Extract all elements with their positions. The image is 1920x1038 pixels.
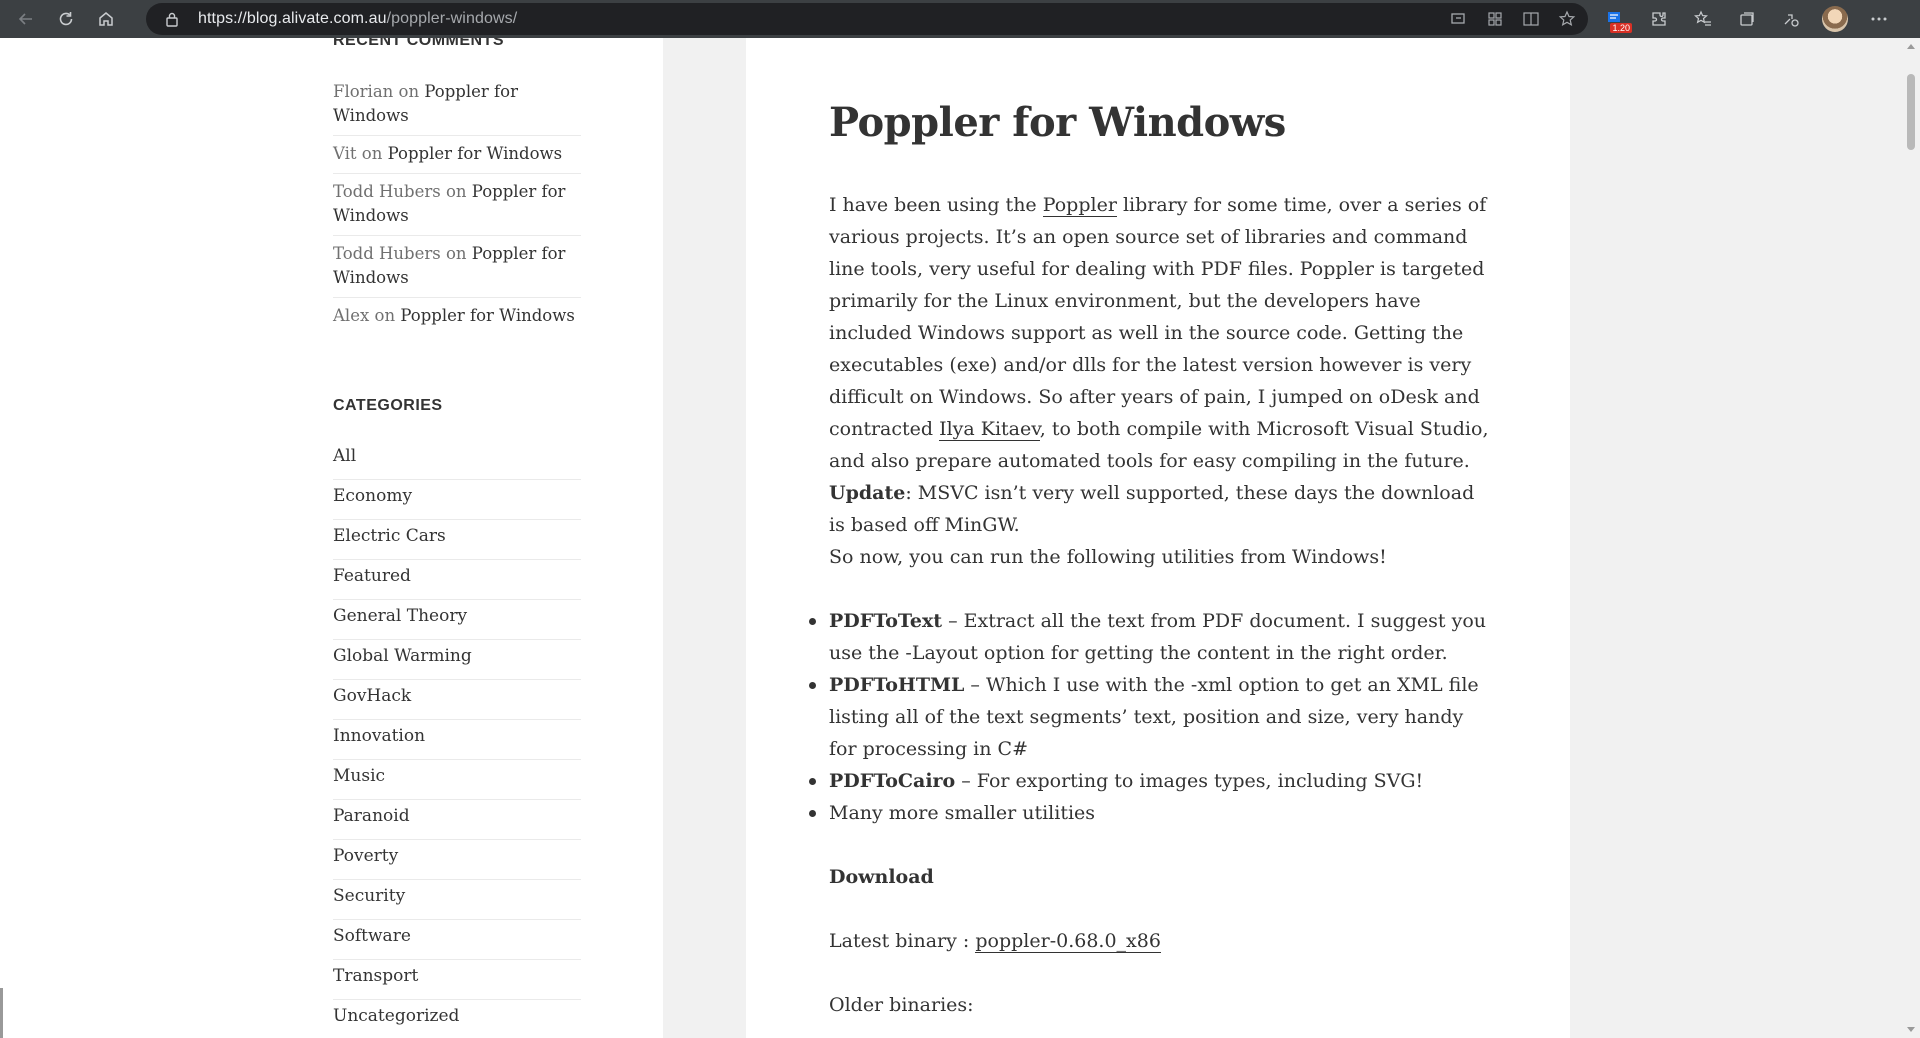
list-item: Vit on Poppler for Windows bbox=[333, 135, 581, 173]
utility-desc: Many more smaller utilities bbox=[829, 802, 1096, 824]
update-label: Update bbox=[829, 482, 906, 504]
refresh-icon[interactable] bbox=[52, 5, 80, 33]
list-item: PDFToHTML – Which I use with the -xml op… bbox=[809, 669, 1489, 765]
comment-author: Todd Hubers bbox=[333, 244, 441, 263]
url-text[interactable]: https://blog.alivate.com.au/poppler-wind… bbox=[198, 10, 517, 28]
category-link[interactable]: Poverty bbox=[333, 840, 581, 880]
category-link[interactable]: Paranoid bbox=[333, 800, 581, 840]
category-link[interactable]: Innovation bbox=[333, 720, 581, 760]
category-link[interactable]: Uncategorized bbox=[333, 1000, 581, 1038]
list-item: PDFToCairo – For exporting to images typ… bbox=[809, 765, 1489, 797]
intro-text-1: I have been using the bbox=[829, 194, 1043, 216]
comment-post-link[interactable]: Poppler for Windows bbox=[388, 144, 563, 163]
category-link[interactable]: Music bbox=[333, 760, 581, 800]
utility-name: PDFToCairo bbox=[829, 770, 956, 792]
download-heading: Download bbox=[829, 866, 934, 888]
profile-avatar[interactable] bbox=[1820, 4, 1850, 34]
comment-on: on bbox=[374, 306, 396, 325]
comment-author: Todd Hubers bbox=[333, 182, 441, 201]
intro-text-2: library for some time, over a series of … bbox=[829, 194, 1487, 440]
older-binaries-label: Older binaries: bbox=[829, 994, 974, 1016]
collections-icon[interactable] bbox=[1732, 4, 1762, 34]
list-item: Many more smaller utilities bbox=[809, 797, 1489, 829]
lock-icon[interactable] bbox=[164, 11, 180, 27]
comment-on: on bbox=[398, 82, 420, 101]
recent-comments-title: RECENT COMMENTS bbox=[333, 38, 505, 49]
utility-name: PDFToHTML bbox=[829, 674, 965, 696]
comment-author: Florian bbox=[333, 82, 394, 101]
utility-name: PDFToText bbox=[829, 610, 943, 632]
app-available-icon[interactable] bbox=[1484, 8, 1506, 30]
category-link[interactable]: Featured bbox=[333, 560, 581, 600]
utility-desc: – For exporting to images types, includi… bbox=[955, 770, 1424, 792]
category-link[interactable]: Economy bbox=[333, 480, 581, 520]
address-bar[interactable]: https://blog.alivate.com.au/poppler-wind… bbox=[146, 3, 1588, 35]
latest-binary-label: Latest binary : bbox=[829, 930, 976, 952]
latest-binary-line: Latest binary : poppler-0.68.0_x86 bbox=[829, 925, 1161, 957]
scroll-down-arrow-icon[interactable] bbox=[1907, 1027, 1915, 1032]
article-content: Poppler for Windows I have been using th… bbox=[809, 99, 1489, 1016]
latest-binary-link[interactable]: poppler-0.68.0_x86 bbox=[975, 930, 1161, 953]
categories-list: All Economy Electric Cars Featured Gener… bbox=[333, 440, 581, 1038]
read-aloud-icon[interactable] bbox=[1448, 8, 1470, 30]
add-favorite-icon[interactable] bbox=[1556, 8, 1578, 30]
category-link[interactable]: All bbox=[333, 440, 581, 480]
extensions-icon[interactable] bbox=[1644, 4, 1674, 34]
browser-toolbar: https://blog.alivate.com.au/poppler-wind… bbox=[0, 0, 1920, 38]
scroll-up-arrow-icon[interactable] bbox=[1907, 44, 1915, 49]
poppler-link[interactable]: Poppler bbox=[1042, 194, 1117, 217]
intro-text-4: : MSVC isn’t very well supported, these … bbox=[829, 482, 1475, 536]
list-item: Todd Hubers on Poppler for Windows bbox=[333, 235, 581, 297]
comment-on: on bbox=[445, 182, 467, 201]
utilities-list: PDFToText – Extract all the text from PD… bbox=[809, 605, 1489, 829]
intro-paragraph: I have been using the Poppler library fo… bbox=[829, 189, 1489, 541]
article: Poppler for Windows I have been using th… bbox=[746, 38, 1570, 1038]
avatar bbox=[1822, 6, 1848, 32]
list-item: PDFToText – Extract all the text from PD… bbox=[809, 605, 1489, 669]
home-icon[interactable] bbox=[92, 5, 120, 33]
utilities-intro: So now, you can run the following utilit… bbox=[829, 546, 1387, 568]
categories-title: CATEGORIES bbox=[333, 397, 443, 414]
extension-badge: 1.20 bbox=[1610, 23, 1632, 33]
favorites-icon[interactable] bbox=[1688, 4, 1718, 34]
left-edge-strip bbox=[0, 988, 3, 1038]
back-icon[interactable] bbox=[12, 5, 40, 33]
recent-comments-list: Florian on Poppler for Windows Vit on Po… bbox=[333, 80, 581, 335]
category-link[interactable]: Security bbox=[333, 880, 581, 920]
page-scrollbar[interactable] bbox=[1902, 38, 1920, 1038]
comment-on: on bbox=[361, 144, 383, 163]
comment-on: on bbox=[445, 244, 467, 263]
category-link[interactable]: Electric Cars bbox=[333, 520, 581, 560]
more-menu-icon[interactable] bbox=[1864, 4, 1894, 34]
category-link[interactable]: Transport bbox=[333, 960, 581, 1000]
category-link[interactable]: Software bbox=[333, 920, 581, 960]
immersive-reader-icon[interactable] bbox=[1520, 8, 1542, 30]
page-viewport: RECENT COMMENTS Florian on Poppler for W… bbox=[0, 38, 1902, 1038]
url-path: /poppler-windows/ bbox=[386, 10, 518, 27]
scroll-thumb[interactable] bbox=[1907, 74, 1915, 150]
comment-post-link[interactable]: Poppler for Windows bbox=[400, 306, 575, 325]
category-link[interactable]: Global Warming bbox=[333, 640, 581, 680]
page-title: Poppler for Windows bbox=[829, 99, 1286, 146]
category-link[interactable]: General Theory bbox=[333, 600, 581, 640]
url-host: https://blog.alivate.com.au bbox=[198, 10, 387, 27]
list-item: Todd Hubers on Poppler for Windows bbox=[333, 173, 581, 235]
list-item: Alex on Poppler for Windows bbox=[333, 297, 581, 335]
extension-icon[interactable]: 1.20 bbox=[1600, 4, 1632, 34]
performance-icon[interactable] bbox=[1776, 4, 1806, 34]
comment-author: Vit bbox=[333, 144, 357, 163]
category-link[interactable]: GovHack bbox=[333, 680, 581, 720]
list-item: Florian on Poppler for Windows bbox=[333, 80, 581, 135]
ilya-kitaev-link[interactable]: Ilya Kitaev bbox=[939, 418, 1040, 441]
comment-author: Alex bbox=[333, 306, 370, 325]
